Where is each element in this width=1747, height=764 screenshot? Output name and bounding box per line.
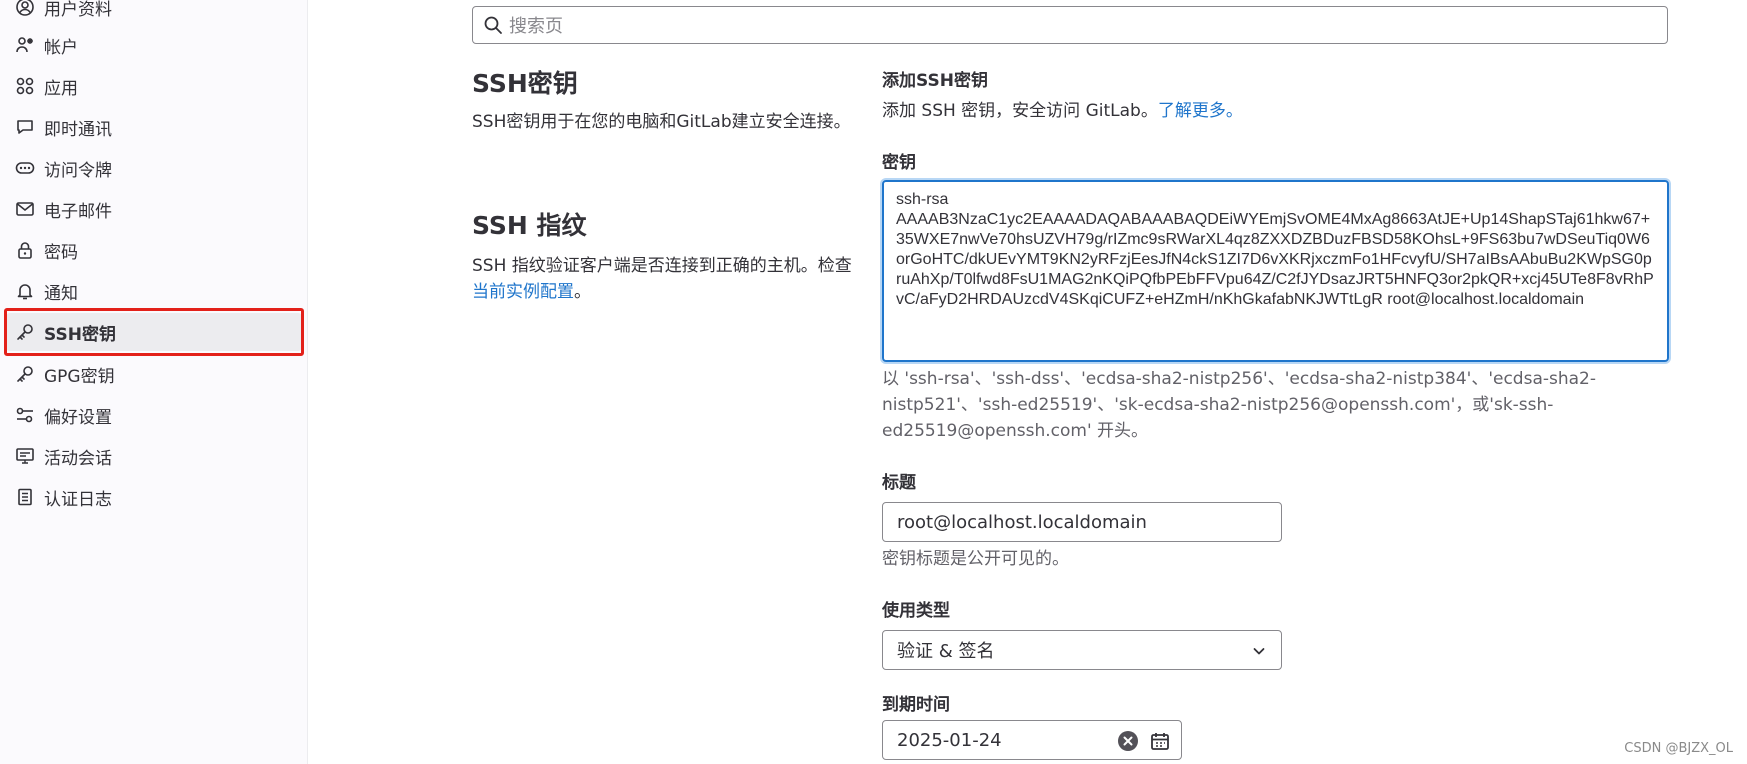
sidebar-item-active-sessions[interactable]: 活动会话 bbox=[6, 437, 302, 475]
add-ssh-key-heading: 添加SSH密钥 bbox=[882, 71, 988, 91]
chat-icon bbox=[14, 116, 36, 138]
expires-label: 到期时间 bbox=[882, 695, 950, 715]
usage-type-select[interactable]: 验证 & 签名 bbox=[882, 630, 1282, 670]
token-icon bbox=[14, 157, 36, 179]
search-placeholder: 搜索页 bbox=[509, 16, 563, 37]
sidebar-item-ssh-keys[interactable]: SSH密钥 bbox=[6, 313, 302, 351]
usage-type-label: 使用类型 bbox=[882, 601, 950, 621]
sidebar-item-applications[interactable]: 应用 bbox=[6, 67, 302, 105]
sidebar-item-account[interactable]: 帐户 bbox=[6, 26, 302, 64]
sidebar-item-label: 密码 bbox=[44, 242, 78, 263]
sidebar-item-label: 访问令牌 bbox=[44, 160, 112, 181]
ssh-keys-description: SSH密钥用于在您的电脑和GitLab建立安全连接。 bbox=[472, 112, 851, 132]
sidebar-item-label: 通知 bbox=[44, 283, 78, 304]
sidebar-item-preferences[interactable]: 偏好设置 bbox=[6, 396, 302, 434]
sidebar-item-gpg-keys[interactable]: GPG密钥 bbox=[6, 355, 302, 393]
expires-date-input[interactable]: 2025-01-24 bbox=[882, 720, 1182, 760]
sidebar-item-profile[interactable]: 用户资料 bbox=[6, 0, 302, 26]
user-circle-icon bbox=[14, 0, 36, 18]
key-format-help: 以 'ssh-rsa'、'ssh-dss'、'ecdsa-sha2-nistp2… bbox=[882, 369, 1597, 441]
sidebar-item-label: 应用 bbox=[44, 78, 78, 99]
intro-text: 添加 SSH 密钥，安全访问 GitLab。 bbox=[882, 101, 1158, 121]
ssh-fingerprints-description: SSH 指纹验证客户端是否连接到正确的主机。检查当前实例配置。 bbox=[472, 253, 862, 305]
sidebar-item-label: 即时通讯 bbox=[44, 119, 112, 140]
key-textarea[interactable]: ssh-rsa AAAAB3NzaC1yc2EAAAADAQABAAABAQDE… bbox=[882, 180, 1669, 362]
sidebar-item-label: 认证日志 bbox=[44, 489, 112, 510]
instance-config-link[interactable]: 当前实例配置 bbox=[472, 282, 574, 302]
fingerprint-desc-suffix: 。 bbox=[574, 282, 591, 302]
expires-value: 2025-01-24 bbox=[897, 729, 1002, 751]
preferences-icon bbox=[14, 404, 36, 426]
key-icon bbox=[14, 363, 36, 385]
title-help: 密钥标题是公开可见的。 bbox=[882, 549, 1069, 569]
key-label: 密钥 bbox=[882, 153, 916, 173]
ssh-keys-title: SSH密钥 bbox=[472, 69, 578, 98]
mail-icon bbox=[14, 198, 36, 220]
account-icon bbox=[14, 34, 36, 56]
sidebar-item-label: 偏好设置 bbox=[44, 407, 112, 428]
sidebar-item-emails[interactable]: 电子邮件 bbox=[6, 190, 302, 228]
add-ssh-key-intro: 添加 SSH 密钥，安全访问 GitLab。了解更多。 bbox=[882, 98, 1243, 124]
bell-icon bbox=[14, 280, 36, 302]
sidebar-item-access-tokens[interactable]: 访问令牌 bbox=[6, 149, 302, 187]
learn-more-link[interactable]: 了解更多。 bbox=[1158, 101, 1243, 121]
sidebar-item-auth-log[interactable]: 认证日志 bbox=[6, 478, 302, 516]
sidebar-item-label: 电子邮件 bbox=[44, 201, 112, 222]
log-icon bbox=[14, 486, 36, 508]
key-icon bbox=[14, 321, 36, 343]
clear-icon[interactable] bbox=[1117, 730, 1139, 752]
fingerprint-desc-text: SSH 指纹验证客户端是否连接到正确的主机。检查 bbox=[472, 256, 852, 276]
sidebar-item-label: 帐户 bbox=[44, 37, 78, 58]
monitor-icon bbox=[14, 445, 36, 467]
applications-icon bbox=[14, 75, 36, 97]
ssh-fingerprints-title: SSH 指纹 bbox=[472, 211, 587, 240]
sidebar-item-password[interactable]: 密码 bbox=[6, 231, 302, 269]
chevron-down-icon bbox=[1253, 648, 1265, 655]
sidebar-item-label: SSH密钥 bbox=[44, 324, 116, 345]
usage-type-value: 验证 & 签名 bbox=[897, 641, 995, 662]
sidebar-item-label: GPG密钥 bbox=[44, 366, 115, 387]
sidebar-item-label: 用户资料 bbox=[44, 0, 112, 20]
title-label: 标题 bbox=[882, 473, 916, 493]
search-icon bbox=[483, 15, 509, 35]
title-input[interactable]: root@localhost.localdomain bbox=[882, 502, 1282, 542]
sidebar-item-notifications[interactable]: 通知 bbox=[6, 272, 302, 310]
sidebar-item-label: 活动会话 bbox=[44, 448, 112, 469]
search-input[interactable]: 搜索页 bbox=[472, 6, 1668, 44]
settings-sidebar: 用户资料 帐户 应用 即时通讯 访问令牌 电子邮件 密码 通知 SSH密钥 GP… bbox=[0, 0, 308, 764]
lock-icon bbox=[14, 239, 36, 261]
calendar-icon[interactable] bbox=[1149, 730, 1171, 752]
sidebar-item-chat[interactable]: 即时通讯 bbox=[6, 108, 302, 146]
watermark: CSDN @BJZX_OL bbox=[1624, 741, 1733, 756]
